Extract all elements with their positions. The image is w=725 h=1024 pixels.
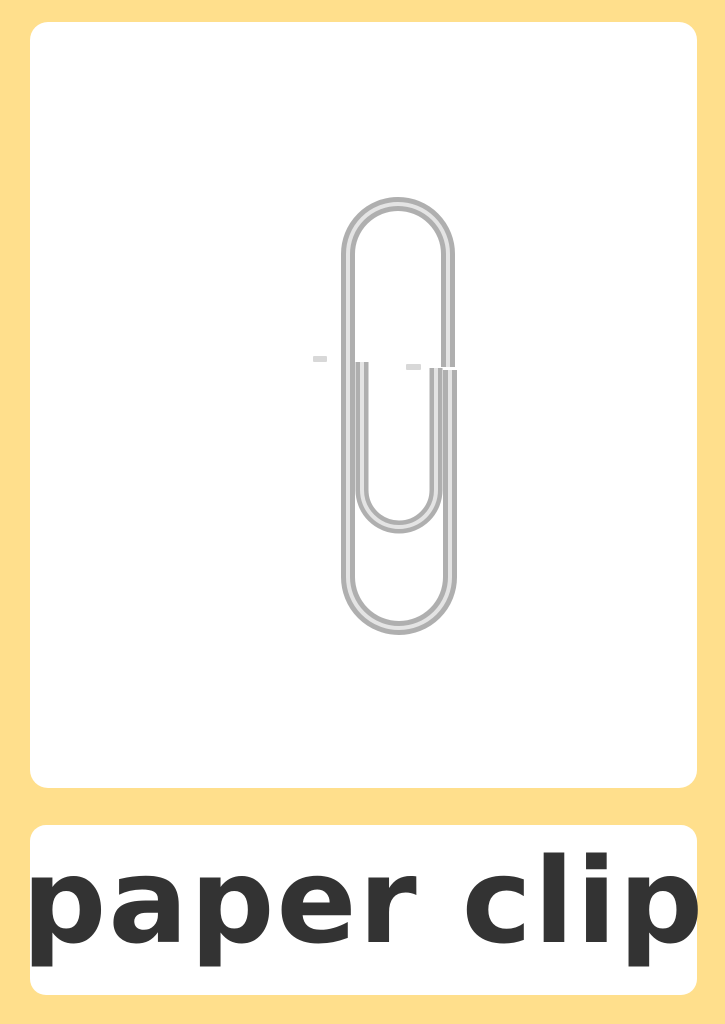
clip-inner-loop-highlight [360, 362, 438, 529]
clip-inner-loop [355, 362, 443, 534]
paper-clip-icon [313, 197, 457, 635]
word-panel: paper clip [22, 825, 703, 995]
picture-panel [30, 22, 697, 788]
clip-end-cap-right [406, 364, 421, 370]
card-word: paper clip [21, 832, 706, 970]
flashcard-frame: paper clip [0, 0, 725, 1024]
clip-end-cap-left [313, 356, 327, 362]
clip-outer-loop [341, 197, 455, 367]
